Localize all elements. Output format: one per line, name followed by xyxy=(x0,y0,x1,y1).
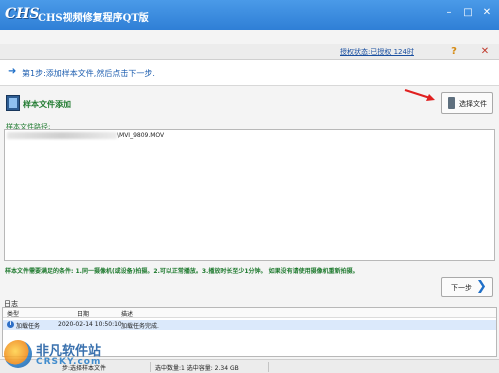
title-bar: CHS CHS视频修复程序QT版 – □ ✕ xyxy=(0,0,499,30)
toolbar-close-button[interactable]: ✕ xyxy=(478,45,492,59)
chevron-right-icon: ❯ xyxy=(476,279,487,294)
minimize-button[interactable]: – xyxy=(442,6,456,20)
status-selection-text: 选中数量:1 选中容量: 2.34 GB xyxy=(155,365,239,372)
step-instruction: 第1步:添加样本文件,然后点击下一步. xyxy=(22,69,155,78)
log-col-desc: 描述 xyxy=(121,311,134,318)
film-icon xyxy=(6,95,20,111)
step-bar: ➜ 第1步:添加样本文件,然后点击下一步. xyxy=(0,60,499,86)
status-divider xyxy=(150,362,151,372)
log-row-type: 加载任务 xyxy=(16,323,41,330)
sample-conditions-text: 样本文件需要满足的条件: 1.同一摄像机(或设备)拍摄。2.可以正常播放。3.播… xyxy=(5,268,359,275)
red-pointer-arrow-icon xyxy=(404,89,435,101)
watermark-globe-icon xyxy=(4,340,32,368)
status-divider xyxy=(268,362,269,372)
log-col-type: 类型 xyxy=(7,311,20,318)
select-file-label: 选择文件 xyxy=(459,100,487,108)
log-row-desc: 加载任务完成. xyxy=(121,323,159,330)
watermark-logo: 非凡软件站 CRSKY.com xyxy=(4,336,124,372)
help-icon[interactable]: ? xyxy=(447,45,461,59)
select-file-button[interactable]: 选择文件 xyxy=(441,92,493,114)
window-title: CHS视频修复程序QT版 xyxy=(38,13,149,24)
sample-file-list[interactable]: \MVI_9809.MOV xyxy=(4,129,495,261)
next-step-button[interactable]: 下一步 ❯ xyxy=(441,277,493,297)
license-link[interactable]: 授权状态:已授权 124时 xyxy=(340,47,414,57)
phone-icon xyxy=(448,97,455,109)
file-path-text: \MVI_9809.MOV xyxy=(117,132,165,139)
log-col-date: 日期 xyxy=(77,311,90,318)
chs-logo-icon: CHS xyxy=(5,6,40,22)
sample-header-label: 样本文件添加 xyxy=(23,100,71,109)
table-row[interactable]: i 加载任务 2020-02-14 10:50:10 加载任务完成. xyxy=(3,320,496,330)
next-step-label: 下一步 xyxy=(451,284,472,292)
watermark-subtext: CRSKY.com xyxy=(36,357,102,367)
log-header-row: 类型 日期 描述 xyxy=(3,308,496,318)
info-icon: i xyxy=(7,321,14,328)
window-close-button[interactable]: ✕ xyxy=(480,6,494,20)
maximize-button[interactable]: □ xyxy=(461,6,475,20)
log-row-date: 2020-02-14 10:50:10 xyxy=(58,321,122,328)
toolbar: 授权状态:已授权 124时 ? ✕ xyxy=(0,44,499,60)
blurred-path-prefix xyxy=(7,132,117,139)
arrow-right-icon: ➜ xyxy=(8,66,17,77)
list-item[interactable]: \MVI_9809.MOV xyxy=(7,132,164,139)
